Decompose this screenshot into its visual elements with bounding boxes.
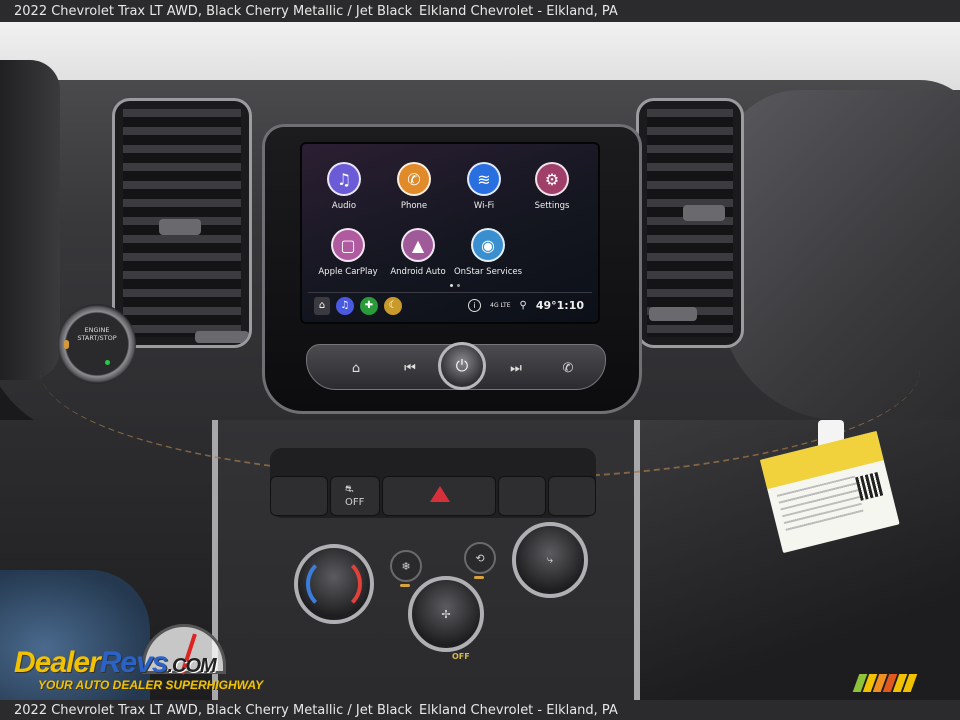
app-audio[interactable]: ♫ Audio <box>306 162 382 211</box>
logo-dealer: Dealer <box>14 646 101 679</box>
seek-back-icon: ⏮ <box>404 360 416 376</box>
vent-thumbwheel[interactable] <box>649 307 697 321</box>
app-android-auto[interactable]: ▲ Android Auto <box>380 228 456 277</box>
ac-button[interactable]: ❄ <box>390 550 422 582</box>
caption-bar-bottom: 2022 Chevrolet Trax LT AWD, Black Cherry… <box>0 700 960 720</box>
seek-forward-button[interactable]: ⏭ <box>491 355 541 381</box>
onstar-icon: ◉ <box>471 228 505 262</box>
wifi-icon: ≋ <box>467 162 501 196</box>
blank-switch-left[interactable] <box>270 476 328 516</box>
gear-icon: ⚙ <box>535 162 569 196</box>
app-label: Settings <box>534 201 570 211</box>
hazard-switch-row <box>270 448 596 518</box>
seek-forward-icon: ⏭ <box>510 360 522 376</box>
engine-ready-led <box>105 360 110 365</box>
location-pin-icon: ⚲ <box>519 300 527 311</box>
climate-off-label: OFF <box>452 652 470 661</box>
air-mode-icon: ⤷ <box>546 553 554 566</box>
app-label: Android Auto <box>390 267 446 277</box>
power-volume-knob[interactable]: ⏻ <box>438 342 486 390</box>
engine-start-stop-button[interactable]: ENGINE START/STOP <box>58 304 136 384</box>
app-label: Apple CarPlay <box>318 267 378 277</box>
temperature-knob[interactable] <box>294 544 374 624</box>
infotainment-screen[interactable]: ♫ Audio ✆ Phone ≋ Wi-Fi ⚙ Settings ▢ App… <box>300 142 600 324</box>
temp-clock-readout: 49°1:10 <box>535 299 584 312</box>
dealer-caption: Elkland Chevrolet - Elkland, PA <box>419 3 618 19</box>
snowflake-icon: ❄ <box>401 559 411 573</box>
stripes-logo <box>852 674 918 692</box>
ac-indicator-led <box>400 584 410 587</box>
power-icon: ⏻ <box>455 356 469 375</box>
right-air-vent[interactable] <box>636 98 744 348</box>
page-indicator <box>450 284 460 287</box>
steering-column-edge <box>0 60 60 380</box>
left-air-vent[interactable] <box>112 98 252 348</box>
watermark-logo: DealerRevs.COM <box>14 646 217 680</box>
app-label: Phone <box>400 201 428 211</box>
engine-ring-light <box>64 340 69 349</box>
page-dot-active <box>450 284 453 287</box>
home-icon: ⌂ <box>351 360 361 376</box>
vent-direction-tab[interactable] <box>683 205 725 221</box>
network-indicator: 4G LTE <box>490 301 511 309</box>
app-onstar-services[interactable]: ◉ OnStar Services <box>450 228 526 277</box>
tag-fine-print <box>776 475 865 534</box>
air-mode-knob[interactable]: ⤷ <box>512 522 588 598</box>
blank-switch-right[interactable] <box>548 476 596 516</box>
traction-off-icon: ⛐ OFF <box>345 484 365 508</box>
vent-slats <box>647 109 733 337</box>
android-auto-icon: ▲ <box>401 228 435 262</box>
moon-icon[interactable]: ☾ <box>384 296 402 315</box>
carplay-icon: ▢ <box>331 228 365 262</box>
phone-icon: ✆ <box>562 360 574 376</box>
vehicle-caption: 2022 Chevrolet Trax LT AWD, Black Cherry… <box>14 702 413 718</box>
watermark-tagline: YOUR AUTO DEALER SUPERHIGHWAY <box>38 678 264 692</box>
dashboard-photo: ♫ Audio ✆ Phone ≋ Wi-Fi ⚙ Settings ▢ App… <box>0 0 960 720</box>
temperature-scale <box>306 556 362 612</box>
recirculation-icon: ⟲ <box>475 551 485 565</box>
vent-direction-tab[interactable] <box>159 219 201 235</box>
fan-speed-knob[interactable]: ✢ <box>408 576 484 652</box>
app-phone[interactable]: ✆ Phone <box>376 162 452 211</box>
tag-barcode <box>855 471 885 501</box>
home-button[interactable]: ⌂ <box>331 355 381 381</box>
music-note-icon[interactable]: ♫ <box>336 296 354 315</box>
dealerrevs-watermark: DealerRevs.COM YOUR AUTO DEALER SUPERHIG… <box>14 624 264 696</box>
blank-switch-mid[interactable] <box>498 476 546 516</box>
app-label: Wi-Fi <box>473 201 495 211</box>
vent-thumbwheel[interactable] <box>195 331 249 343</box>
logo-revs: Revs <box>99 646 169 679</box>
vehicle-caption: 2022 Chevrolet Trax LT AWD, Black Cherry… <box>14 3 413 19</box>
phone-button[interactable]: ✆ <box>543 355 593 381</box>
status-info: i 4G LTE ⚲ 49°1:10 <box>468 299 584 312</box>
app-settings[interactable]: ⚙ Settings <box>514 162 590 211</box>
fan-icon: ✢ <box>441 607 451 621</box>
app-apple-carplay[interactable]: ▢ Apple CarPlay <box>310 228 386 277</box>
traction-off-label: OFF <box>345 497 365 508</box>
hazard-triangle-icon <box>430 486 450 502</box>
engine-button-label: ENGINE START/STOP <box>77 326 117 342</box>
page-dot <box>457 284 460 287</box>
recirculation-led <box>474 576 484 579</box>
logo-suffix: .COM <box>167 655 216 677</box>
home-icon[interactable]: ⌂ <box>314 296 330 315</box>
info-icon[interactable]: i <box>468 299 482 312</box>
plus-icon[interactable]: ✚ <box>360 296 378 315</box>
recirculation-button[interactable]: ⟲ <box>464 542 496 574</box>
app-wifi[interactable]: ≋ Wi-Fi <box>446 162 522 211</box>
status-tray: ⌂ ♫ ✚ ☾ i 4G LTE ⚲ 49°1:10 <box>308 292 592 318</box>
app-label: OnStar Services <box>453 267 523 277</box>
phone-icon: ✆ <box>397 162 431 196</box>
dealer-caption: Elkland Chevrolet - Elkland, PA <box>419 702 618 718</box>
caption-bar-top: 2022 Chevrolet Trax LT AWD, Black Cherry… <box>0 0 960 22</box>
music-note-icon: ♫ <box>327 162 361 196</box>
app-label: Audio <box>331 201 357 211</box>
seek-back-button[interactable]: ⏮ <box>385 355 435 381</box>
